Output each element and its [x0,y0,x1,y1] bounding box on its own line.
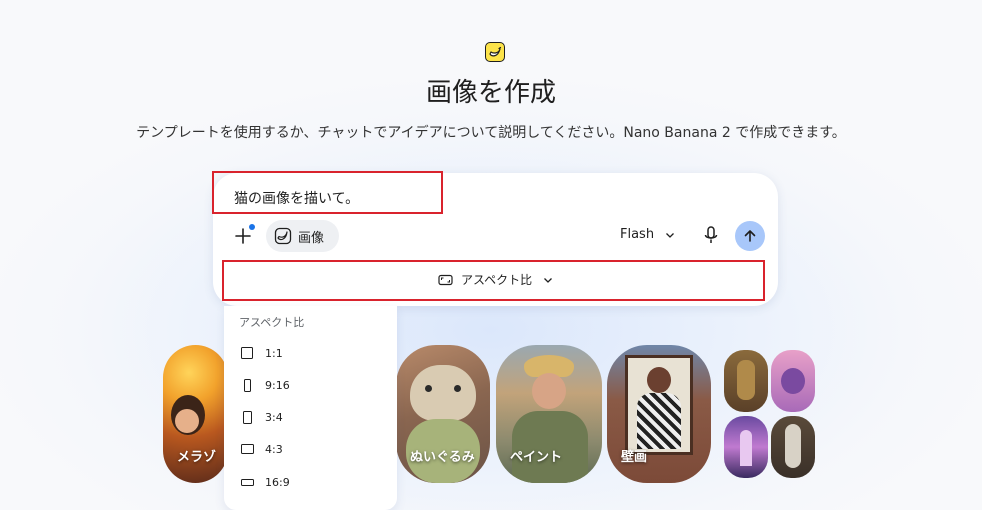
highlight-box-aspect [222,260,765,301]
aspect-option-label: 3:4 [265,410,283,424]
plus-icon [235,228,251,244]
template-card-fire[interactable]: メラゾ [163,345,228,483]
aspect-ratio-menu: アスペクト比 1:1 9:16 3:4 4:3 16:9 [224,306,397,510]
template-card-mural[interactable]: 壁画 [607,345,711,483]
aspect-option-label: 9:16 [265,378,290,392]
template-mini-statue[interactable] [724,350,768,412]
aspect-option-1-1[interactable]: 1:1 [238,340,388,366]
banana-icon [485,42,505,62]
arrow-up-icon [744,230,756,242]
microphone-icon [704,226,718,243]
square-ratio-icon [238,344,256,362]
page-subtitle: テンプレートを使用するか、チャットでアイデアについて説明してください。Nano … [136,125,846,141]
portrait-ratio-icon [238,408,256,426]
chevron-down-icon [666,232,675,238]
template-label: メラゾ [177,450,217,465]
image-chip-label: 画像 [298,230,325,246]
aspect-option-9-16[interactable]: 9:16 [238,372,388,398]
aspect-option-label: 16:9 [265,475,290,489]
template-label: ぬいぐるみ [410,450,475,465]
send-button[interactable] [735,221,765,251]
template-label: ペイント [510,450,563,465]
page-title: 画像を作成 [425,78,556,108]
aspect-option-16-9[interactable]: 16:9 [238,469,388,495]
template-mini-sculpture[interactable] [771,416,815,478]
landscape-ratio-icon [238,440,256,458]
portrait-ratio-icon [238,376,256,394]
microphone-button[interactable] [702,225,720,247]
landscape-ratio-icon [238,473,256,491]
template-card-paint[interactable]: ペイント [496,345,602,483]
aspect-option-3-4[interactable]: 3:4 [238,404,388,430]
highlight-box-prompt [212,171,443,214]
aspect-menu-header: アスペクト比 [239,316,305,329]
template-mini-castle[interactable] [724,416,768,478]
template-label: 壁画 [621,450,648,465]
banana-icon [274,227,292,245]
model-selector[interactable]: Flash [620,227,676,242]
template-card-plush[interactable]: ぬいぐるみ [396,345,490,483]
aspect-option-label: 1:1 [265,346,283,360]
aspect-option-label: 4:3 [265,442,283,456]
model-label: Flash [620,227,655,242]
notification-dot [249,224,255,230]
image-tool-chip[interactable]: 画像 [266,220,339,252]
template-mini-mascot[interactable] [771,350,815,412]
aspect-option-4-3[interactable]: 4:3 [238,436,388,462]
